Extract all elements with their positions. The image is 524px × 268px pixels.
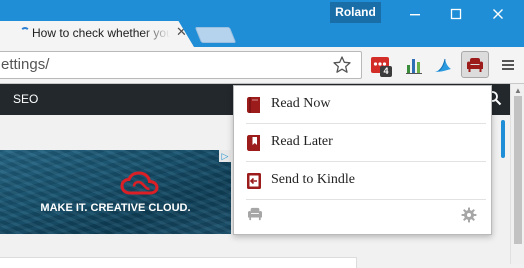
send-to-kindle-label: Send to Kindle [271, 172, 355, 187]
lastpass-badge: 4 [380, 66, 392, 77]
send-to-kindle-icon [247, 173, 261, 189]
new-tab-button[interactable] [194, 27, 237, 43]
maximize-button[interactable] [443, 4, 469, 24]
read-now-item[interactable]: Read Now [234, 86, 491, 124]
bird-icon [435, 58, 451, 72]
advertisement-banner[interactable]: ▷ MAKE IT. CREATIVE CLOUD. [0, 150, 231, 234]
maximize-icon [450, 8, 462, 20]
popup-divider [246, 199, 486, 200]
creative-cloud-logo-icon [120, 171, 159, 195]
browser-tab[interactable]: How to check whether your ✕ [0, 21, 194, 47]
bookmark-star-icon[interactable] [332, 55, 352, 75]
read-later-item[interactable]: Read Later [234, 124, 491, 162]
analytics-extension-button[interactable] [401, 52, 427, 78]
sofa-icon[interactable] [247, 207, 263, 221]
close-icon [493, 9, 503, 19]
readability-extension-button[interactable] [461, 51, 489, 78]
content-card [0, 257, 357, 268]
bird-extension-button[interactable] [430, 52, 456, 78]
readability-popup: Read Now Read Later Send to Kindle [233, 85, 492, 235]
gear-icon[interactable] [461, 207, 477, 223]
sofa-icon [467, 57, 483, 72]
scroll-up-arrow-icon[interactable]: ▲ [514, 86, 522, 95]
adchoices-icon[interactable]: ▷ [219, 150, 231, 162]
read-now-label: Read Now [271, 96, 331, 111]
book-icon [247, 97, 260, 113]
close-window-button[interactable] [485, 4, 511, 24]
nav-link-seo[interactable]: SEO [13, 92, 38, 106]
scrollbar-thumb[interactable] [514, 96, 522, 244]
hamburger-menu-icon [502, 60, 514, 70]
minimize-icon [410, 14, 420, 16]
tab-close-icon[interactable]: ✕ [176, 25, 188, 39]
tab-title: How to check whether your [32, 26, 170, 40]
ad-headline: MAKE IT. CREATIVE CLOUD. [40, 202, 191, 214]
chrome-menu-button[interactable] [495, 52, 521, 78]
minimize-button[interactable] [402, 4, 428, 24]
send-to-kindle-item[interactable]: Send to Kindle [234, 162, 491, 200]
browser-toolbar: ettings/ 4 [0, 47, 524, 84]
page-accent-bar [501, 120, 505, 158]
url-text: ettings/ [1, 56, 50, 73]
profile-button[interactable]: Roland [330, 2, 381, 23]
page-scrollbar[interactable]: ▲ [510, 84, 524, 264]
read-later-label: Read Later [271, 134, 333, 149]
loading-spinner-icon [20, 27, 30, 37]
bar-chart-icon [406, 59, 422, 74]
bookmark-book-icon [247, 135, 260, 151]
window-titlebar: Roland How to check whether your ✕ [0, 0, 524, 47]
address-bar[interactable]: ettings/ [0, 51, 362, 79]
